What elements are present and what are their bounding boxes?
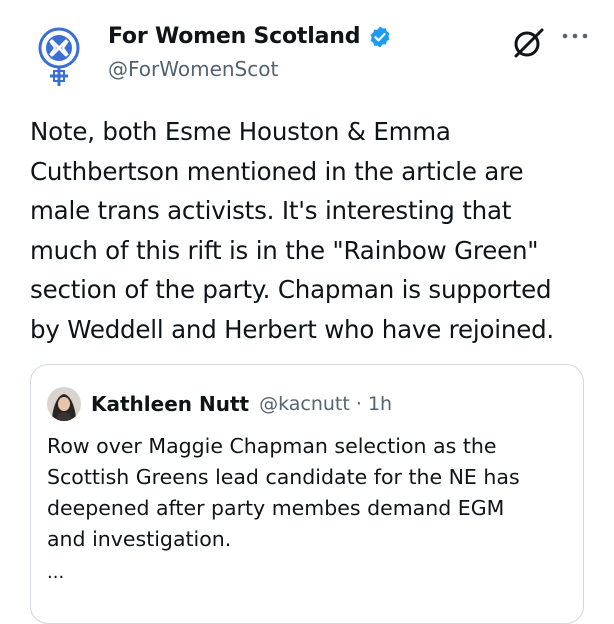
tweet-text-line: section of the party. Chapman is support… — [30, 275, 552, 304]
tweet-text-line: Note, both Esme Houston & Emma — [30, 117, 451, 146]
quoted-author-avatar[interactable] — [47, 387, 81, 421]
quoted-text-line: Scottish Greens lead candidate for the N… — [47, 465, 520, 489]
quoted-tweet-card[interactable]: Kathleen Nutt @kacnutt · 1h Row over Mag… — [30, 364, 584, 624]
tweet-text-line: Cuthbertson mentioned in the article are — [30, 156, 524, 186]
quoted-text-ellipsis: ... — [47, 562, 65, 583]
author-block: For Women Scotland @ForWomenScot — [108, 24, 514, 81]
tweet-text: Note, both Esme Houston & Emma Cuthberts… — [30, 112, 590, 349]
quoted-text-line: Row over Maggie Chapman selection as the — [47, 434, 497, 458]
quoted-tweet-text: Row over Maggie Chapman selection as the… — [47, 431, 567, 555]
for-women-scotland-logo-icon — [38, 27, 80, 86]
more-options-icon[interactable] — [560, 26, 590, 46]
quoted-tweet-header: Kathleen Nutt @kacnutt · 1h — [47, 387, 392, 421]
tweet-text-line: by Weddell and Herbert who have rejoined… — [30, 314, 555, 344]
grok-icon[interactable] — [512, 26, 546, 60]
author-name[interactable]: For Women Scotland — [108, 24, 360, 49]
author-handle[interactable]: @ForWomenScot — [108, 57, 514, 81]
tweet-text-line: much of this rift is in the "Rainbow Gre… — [30, 235, 539, 265]
quoted-text-line: deepened after party membes demand EGM — [47, 496, 505, 520]
author-avatar[interactable] — [30, 26, 92, 88]
quoted-author-name[interactable]: Kathleen Nutt — [91, 392, 249, 416]
tweet-text-line: male trans activists. It's interesting t… — [30, 196, 512, 225]
quoted-text-line: and investigation. — [47, 527, 232, 551]
verified-badge-icon[interactable] — [368, 25, 392, 49]
author-name-row: For Women Scotland — [108, 24, 514, 49]
quoted-author-handle-time[interactable]: @kacnutt · 1h — [259, 393, 392, 415]
